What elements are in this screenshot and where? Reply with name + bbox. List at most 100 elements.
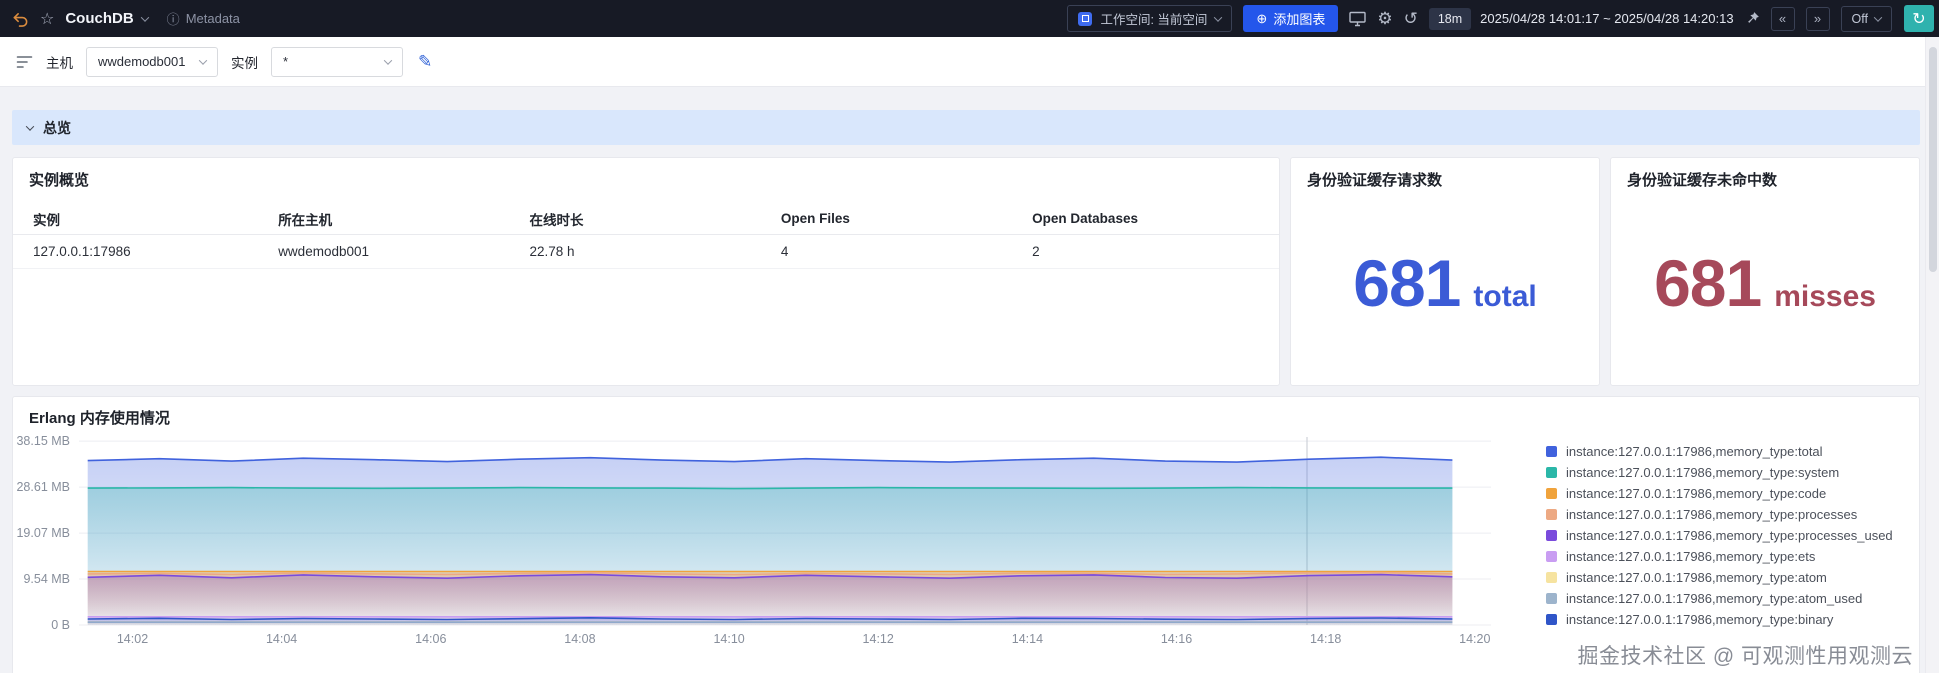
card-title: 身份验证缓存未命中数 — [1627, 172, 1778, 189]
plus-circle-icon: ⊕ — [1256, 10, 1268, 26]
chart-legend: instance:127.0.0.1:17986,memory_type:tot… — [1546, 441, 1893, 630]
auth-cache-requests-card: 身份验证缓存请求数 681 total — [1290, 157, 1600, 386]
chart-title: Erlang 内存使用情况 — [29, 410, 170, 427]
table-header-row: 实例 所在主机 在线时长 Open Files Open Databases — [13, 203, 1279, 235]
legend-label: instance:127.0.0.1:17986,memory_type:ato… — [1566, 591, 1863, 606]
present-monitor-icon[interactable] — [1349, 11, 1367, 27]
dashboard-title-dropdown[interactable]: CouchDB — [65, 10, 149, 27]
table-cell-uptime: 22.78 h — [529, 244, 575, 259]
column-header: 在线时长 — [529, 212, 584, 228]
legend-swatch — [1546, 593, 1557, 604]
legend-label: instance:127.0.0.1:17986,memory_type:ato… — [1566, 570, 1827, 585]
svg-text:14:14: 14:14 — [1012, 632, 1043, 646]
legend-swatch — [1546, 551, 1557, 562]
topbar: ☆ CouchDB ⓘ Metadata 工作空间: 当前空间 ⊕ 添加图表 ⚙… — [0, 0, 1939, 37]
host-select[interactable]: wwdemodb001 — [86, 46, 218, 77]
workspace-label: 工作空间: 当前空间 — [1100, 13, 1208, 27]
legend-item[interactable]: instance:127.0.0.1:17986,memory_type:ato… — [1546, 567, 1893, 588]
chevron-down-icon — [1873, 12, 1883, 22]
instance-overview-card: 实例概览 实例 所在主机 在线时长 Open Files Open Databa… — [12, 157, 1280, 386]
auto-refresh-select[interactable]: Off — [1840, 5, 1892, 32]
legend-item[interactable]: instance:127.0.0.1:17986,memory_type:cod… — [1546, 483, 1893, 504]
table-cell-open-files: 4 — [780, 244, 789, 259]
stat-value: 681 — [1654, 246, 1762, 320]
svg-text:14:20: 14:20 — [1459, 632, 1490, 646]
favorite-star-icon[interactable]: ☆ — [40, 9, 54, 29]
scrollbar-thumb[interactable] — [1929, 47, 1937, 272]
info-icon: ⓘ — [166, 12, 180, 27]
legend-label: instance:127.0.0.1:17986,memory_type:pro… — [1566, 507, 1858, 522]
section-header-overview[interactable]: 总览 — [12, 110, 1920, 145]
metadata-button[interactable]: ⓘ Metadata — [167, 9, 240, 28]
table-row[interactable]: 127.0.0.1:17986 wwdemodb001 22.78 h 4 2 — [13, 235, 1279, 269]
legend-item[interactable]: instance:127.0.0.1:17986,memory_type:pro… — [1546, 525, 1893, 546]
add-chart-button[interactable]: ⊕ 添加图表 — [1243, 5, 1339, 32]
watermark: 掘金技术社区 @ 可观测性用观测云 — [1577, 645, 1913, 668]
filter-icon[interactable] — [16, 55, 33, 69]
legend-swatch — [1546, 467, 1557, 478]
erlang-memory-chart-card: Erlang 内存使用情况 0 B 9.54 MB 19.07 MB 28.61 MB… — [12, 396, 1920, 673]
legend-label: instance:127.0.0.1:17986,memory_type:tot… — [1566, 444, 1823, 459]
svg-text:0 B: 0 B — [51, 618, 70, 632]
filter-bar: 主机 wwdemodb001 实例 * ✎ — [0, 37, 1939, 87]
legend-swatch — [1546, 572, 1557, 583]
time-shift-forward-button[interactable]: » — [1805, 6, 1830, 31]
svg-text:14:10: 14:10 — [713, 632, 744, 646]
svg-text:14:02: 14:02 — [117, 632, 148, 646]
legend-item[interactable]: instance:127.0.0.1:17986,memory_type:pro… — [1546, 504, 1893, 525]
host-label: 主机 — [46, 55, 73, 71]
stat-block: 681 misses — [1654, 245, 1876, 321]
memory-usage-chart[interactable]: 0 B 9.54 MB 19.07 MB 28.61 MB 38.15 MB 14:02 1… — [13, 429, 1513, 651]
legend-item[interactable]: instance:127.0.0.1:17986,memory_type:ato… — [1546, 588, 1893, 609]
legend-item[interactable]: instance:127.0.0.1:17986,memory_type:bin… — [1546, 609, 1893, 630]
legend-item[interactable]: instance:127.0.0.1:17986,memory_type:sys… — [1546, 462, 1893, 483]
workspace-icon — [1078, 11, 1093, 26]
column-header: 实例 — [33, 212, 60, 228]
legend-swatch — [1546, 509, 1557, 520]
pin-icon[interactable] — [1745, 11, 1760, 26]
legend-label: instance:127.0.0.1:17986,memory_type:cod… — [1566, 486, 1827, 501]
svg-text:38.15 MB: 38.15 MB — [16, 434, 70, 448]
refresh-button[interactable]: ↻ — [1904, 5, 1934, 32]
svg-text:14:06: 14:06 — [415, 632, 446, 646]
stat-value: 681 — [1353, 246, 1461, 320]
time-range-picker[interactable]: 2025/04/28 14:01:17 ~ 2025/04/28 14:20:1… — [1480, 11, 1733, 26]
svg-text:28.61 MB: 28.61 MB — [16, 480, 70, 494]
add-chart-label: 添加图表 — [1273, 12, 1326, 27]
legend-item[interactable]: instance:127.0.0.1:17986,memory_type:tot… — [1546, 441, 1893, 462]
instance-select[interactable]: * — [271, 46, 403, 77]
history-icon[interactable]: ↺ — [1404, 9, 1418, 29]
collapse-chevron-icon — [25, 121, 35, 131]
chevron-down-icon — [1214, 12, 1223, 22]
edit-filters-button[interactable]: ✎ — [418, 52, 432, 72]
dashboard-title: CouchDB — [65, 10, 134, 27]
legend-item[interactable]: instance:127.0.0.1:17986,memory_type:ets — [1546, 546, 1893, 567]
svg-text:14:12: 14:12 — [863, 632, 894, 646]
duration-badge[interactable]: 18m — [1428, 7, 1472, 30]
stat-block: 681 total — [1353, 245, 1536, 321]
workspace-selector[interactable]: 工作空间: 当前空间 — [1067, 5, 1233, 32]
legend-swatch — [1546, 446, 1557, 457]
auth-cache-misses-card: 身份验证缓存未命中数 681 misses — [1610, 157, 1920, 386]
settings-gear-icon[interactable]: ⚙ — [1377, 9, 1392, 29]
legend-swatch — [1546, 530, 1557, 541]
stat-unit: misses — [1774, 280, 1876, 313]
svg-text:19.07 MB: 19.07 MB — [16, 526, 70, 540]
column-header: 所在主机 — [278, 212, 333, 228]
legend-swatch — [1546, 488, 1557, 499]
metadata-label: Metadata — [185, 11, 240, 26]
table-cell-host: wwdemodb001 — [278, 244, 369, 259]
main-content: 总览 实例概览 实例 所在主机 在线时长 Open Files Open Dat… — [0, 87, 1939, 673]
chevron-down-icon — [383, 55, 393, 65]
time-shift-back-button[interactable]: « — [1770, 6, 1795, 31]
instance-select-value: * — [283, 54, 289, 69]
instance-label: 实例 — [231, 55, 258, 71]
undo-icon[interactable] — [12, 11, 29, 27]
card-title: 身份验证缓存请求数 — [1307, 172, 1443, 189]
legend-label: instance:127.0.0.1:17986,memory_type:sys… — [1566, 465, 1840, 480]
vertical-scrollbar — [1925, 37, 1939, 673]
card-title: 实例概览 — [29, 172, 90, 189]
section-title: 总览 — [43, 119, 71, 136]
svg-text:14:08: 14:08 — [564, 632, 595, 646]
table-cell-open-databases: 2 — [1032, 244, 1040, 259]
